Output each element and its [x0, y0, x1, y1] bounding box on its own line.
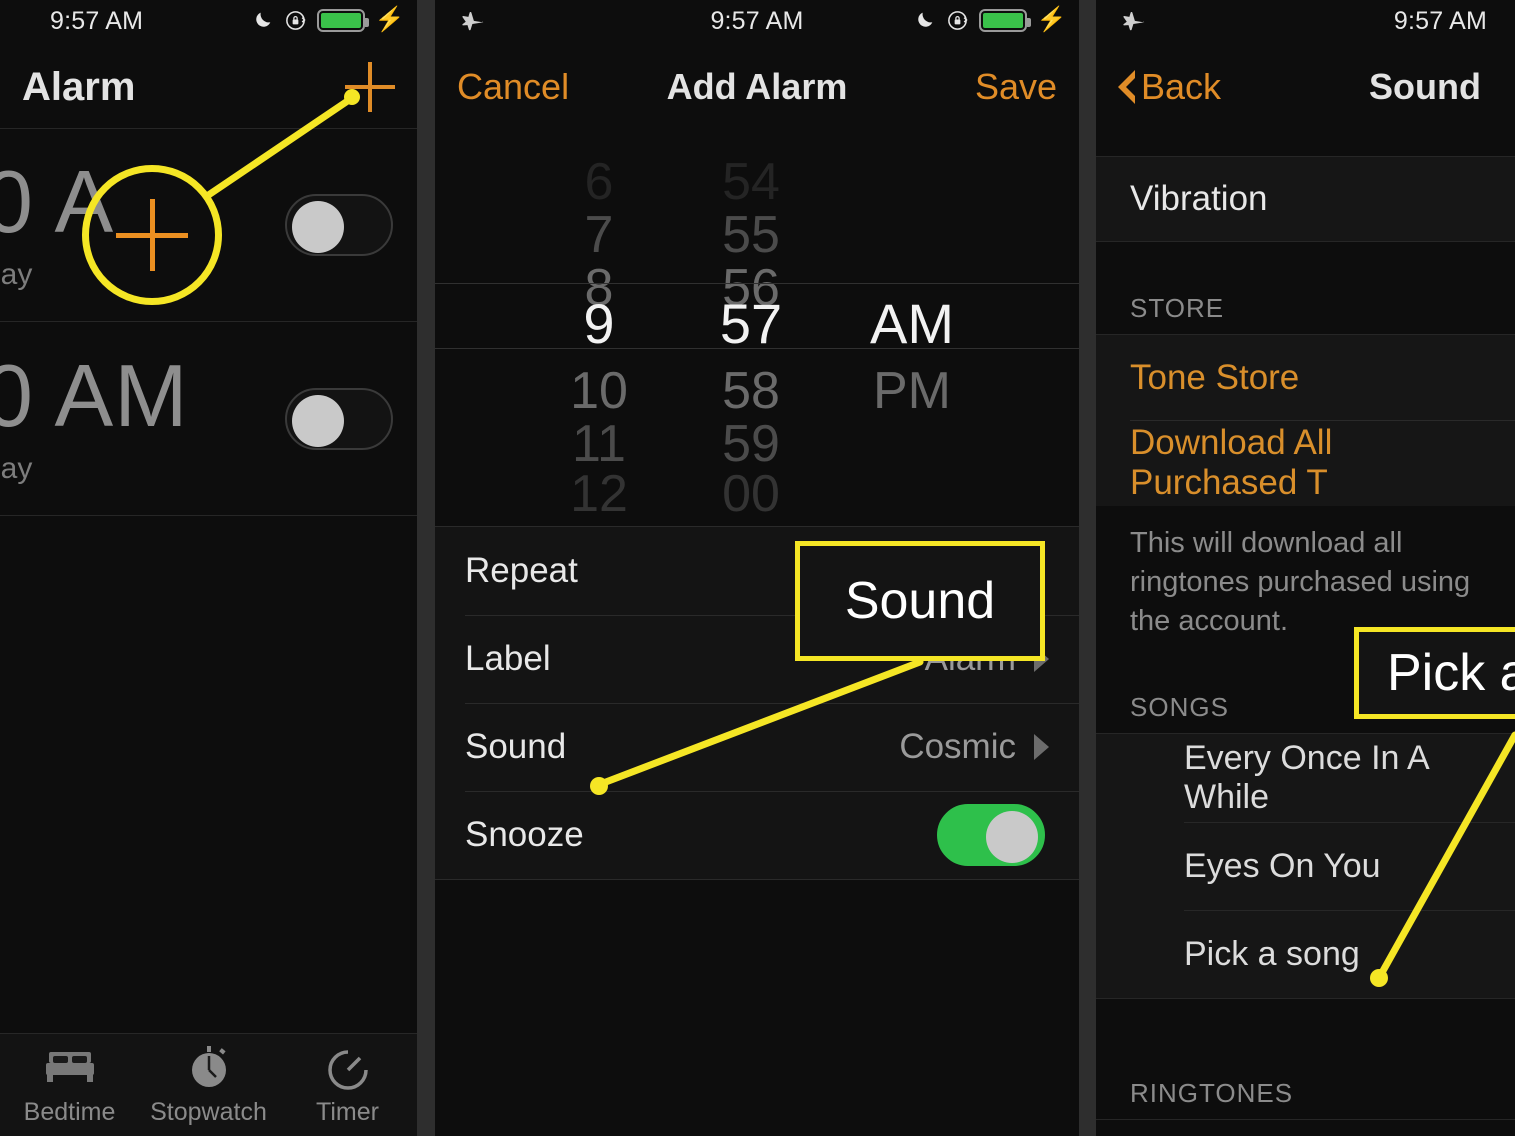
- row-download-all-purchased[interactable]: Download All Purchased T: [1096, 420, 1515, 506]
- airplane-icon: [1123, 11, 1145, 31]
- status-bar-time: 9:57 AM: [50, 7, 144, 35]
- row-value-wrap: Cosmic: [899, 727, 1049, 767]
- alarm-navbar: Alarm: [0, 46, 417, 128]
- row-label: Snooze: [465, 815, 584, 854]
- tab-label: Bedtime: [23, 1097, 116, 1126]
- row-value: Cosmic: [899, 727, 1016, 766]
- moon-icon: [918, 12, 933, 27]
- hour-option[interactable]: 12: [523, 464, 675, 524]
- section-header-ringtones: RINGTONES: [1096, 999, 1515, 1120]
- callout-pick-a-song: Pick a: [1354, 627, 1515, 719]
- page-title: Sound: [1369, 66, 1481, 107]
- status-bar-left-panel: 9:57 AM ⚡: [0, 0, 417, 46]
- charging-bolt-icon: ⚡: [374, 6, 405, 33]
- alarm-repeat-label: day: [0, 451, 33, 485]
- row-label: Sound: [465, 727, 567, 766]
- status-bar-icons: ⚡: [914, 8, 1067, 32]
- row-sound[interactable]: Sound Cosmic: [435, 703, 1079, 791]
- status-bar-right-panel: 9:57 AM: [1096, 0, 1515, 46]
- alarm-list-panel: 9:57 AM ⚡ Alarm 0 A ay 0 AM ay Bedtime S…: [0, 0, 417, 1136]
- alarm-toggle[interactable]: [285, 387, 393, 450]
- status-bar-middle-panel: 9:57 AM ⚡: [435, 0, 1079, 46]
- chevron-left-icon: [1118, 70, 1137, 104]
- add-alarm-button[interactable]: [345, 62, 395, 112]
- moon-icon: [256, 12, 271, 27]
- plus-icon: [116, 199, 188, 271]
- alarm-row-texts: 0 AM day: [0, 345, 189, 486]
- tab-stopwatch[interactable]: Stopwatch: [139, 1044, 278, 1127]
- charging-bolt-icon: ⚡: [1036, 6, 1067, 33]
- song-row[interactable]: Eyes On You: [1096, 822, 1515, 911]
- minute-option[interactable]: 58: [675, 361, 827, 421]
- bed-icon: [45, 1051, 94, 1082]
- minute-option[interactable]: 54: [675, 152, 827, 212]
- timer-icon: [327, 1049, 368, 1090]
- stopwatch-icon: [191, 1045, 226, 1087]
- section-header-store: STORE: [1096, 242, 1515, 334]
- row-snooze[interactable]: Snooze: [435, 791, 1079, 879]
- row-tone-store[interactable]: Tone Store: [1096, 334, 1515, 420]
- back-button[interactable]: Back: [1118, 66, 1221, 108]
- row-label: Label: [465, 639, 551, 678]
- cancel-button[interactable]: Cancel: [457, 66, 569, 108]
- song-row[interactable]: Every Once In A While: [1096, 734, 1515, 823]
- minute-option[interactable]: 00: [675, 464, 827, 524]
- battery-icon: [978, 8, 1031, 32]
- time-picker[interactable]: 6 7 8 9 10 11 12 54 55 56 57 58 59 00 AM…: [435, 128, 1079, 526]
- song-row-pick-a-song[interactable]: Pick a song: [1096, 910, 1515, 999]
- row-label: Repeat: [465, 551, 578, 590]
- alarm-time: 0 AM: [0, 345, 189, 445]
- screenshot-stage: 9:57 AM ⚡ Alarm 0 A ay 0 AM ay Bedtime S…: [0, 0, 1515, 1136]
- alarm-toggle[interactable]: [285, 194, 393, 256]
- section-gap: [1096, 128, 1515, 156]
- back-label: Back: [1141, 66, 1222, 107]
- rotation-lock-icon: [948, 10, 968, 30]
- row-vibration[interactable]: Vibration: [1096, 156, 1515, 242]
- hour-option[interactable]: 10: [523, 361, 675, 421]
- sound-navbar: Back Sound: [1096, 46, 1515, 128]
- sound-panel: 9:57 AM Back Sound Vibration STORE Tone …: [1096, 0, 1515, 1136]
- callout-sound: Sound: [795, 541, 1045, 661]
- battery-icon: [316, 8, 369, 32]
- tab-timer[interactable]: Timer: [278, 1044, 417, 1127]
- tab-bar: Bedtime Stopwatch Timer: [0, 1033, 417, 1136]
- hour-option[interactable]: 6: [523, 152, 675, 212]
- meridiem-option[interactable]: PM: [827, 361, 997, 421]
- status-bar-time: 9:57 AM: [1393, 7, 1487, 35]
- chevron-right-icon: [1034, 734, 1049, 760]
- save-button[interactable]: Save: [975, 66, 1057, 108]
- add-alarm-navbar: Cancel Add Alarm Save: [435, 46, 1079, 128]
- songs-list: Every Once In A While Eyes On You Pick a…: [1096, 733, 1515, 1000]
- tab-label: Stopwatch: [150, 1097, 267, 1126]
- picker-selection-band: [435, 283, 1079, 349]
- page-title: Alarm: [22, 64, 136, 109]
- tab-bedtime[interactable]: Bedtime: [0, 1044, 139, 1127]
- highlight-ring-add-button: [82, 165, 222, 305]
- rotation-lock-icon: [286, 10, 306, 30]
- row-label: Tone Store: [1130, 357, 1300, 397]
- alarm-row[interactable]: 0 AM day: [0, 322, 417, 516]
- row-value-wrap: [937, 804, 1049, 866]
- row-label: Download All Purchased T: [1130, 423, 1333, 502]
- hour-option[interactable]: 7: [523, 205, 675, 265]
- status-bar-left-icons: [1118, 8, 1148, 38]
- row-label: Vibration: [1130, 179, 1268, 218]
- tab-label: Timer: [316, 1097, 379, 1126]
- download-note: This will download all ringtones purchas…: [1096, 506, 1515, 642]
- status-bar-icons: ⚡: [252, 8, 405, 32]
- snooze-toggle[interactable]: [937, 804, 1045, 866]
- minute-option[interactable]: 55: [675, 205, 827, 265]
